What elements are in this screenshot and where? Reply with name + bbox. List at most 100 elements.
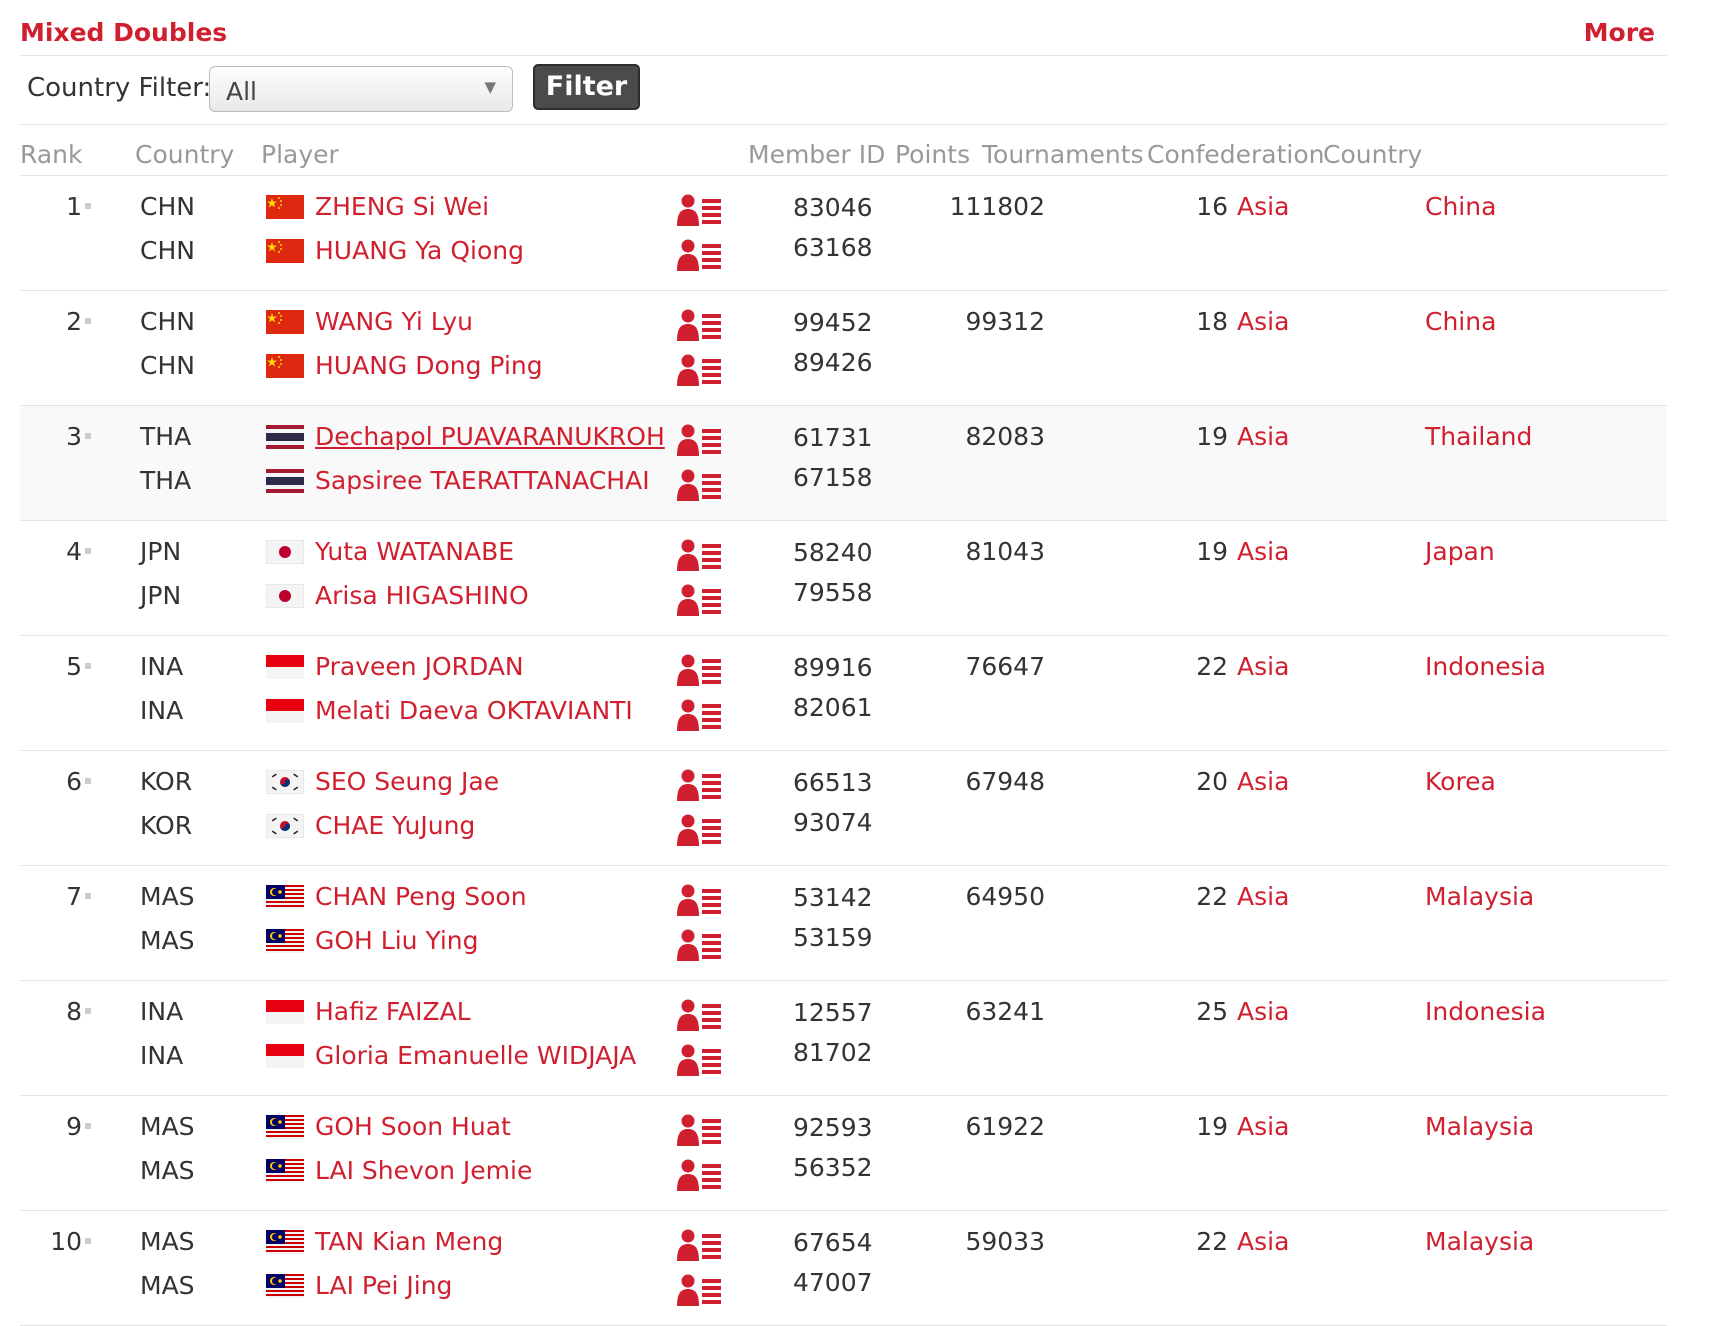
table-row: 10 MAS TAN Kian Meng 67654 MAS LAI Pei Jing 47… bbox=[20, 1211, 1667, 1326]
player-country-code: MAS bbox=[140, 1227, 195, 1256]
confederation-link[interactable]: Asia bbox=[1237, 537, 1289, 566]
player-name-link[interactable]: ZHENG Si Wei bbox=[315, 192, 489, 221]
more-link[interactable]: More bbox=[1584, 18, 1655, 47]
member-id: 89916 bbox=[793, 653, 873, 682]
country-link[interactable]: Malaysia bbox=[1425, 1227, 1534, 1256]
country-link[interactable]: Indonesia bbox=[1425, 997, 1546, 1026]
player-profile-icon[interactable] bbox=[677, 308, 727, 342]
player-country-code: MAS bbox=[140, 1156, 195, 1185]
player-profile-icon[interactable] bbox=[677, 193, 727, 227]
confederation-link[interactable]: Asia bbox=[1237, 1112, 1289, 1141]
player-profile-icon[interactable] bbox=[677, 538, 727, 572]
player-name-link[interactable]: TAN Kian Meng bbox=[315, 1227, 503, 1256]
player-name-link[interactable]: GOH Soon Huat bbox=[315, 1112, 511, 1141]
player-name-link[interactable]: Hafiz FAIZAL bbox=[315, 997, 471, 1026]
player-country-code: INA bbox=[140, 997, 184, 1026]
points-value: 99312 bbox=[965, 307, 1045, 336]
player-name-link[interactable]: Sapsiree TAERATTANACHAI bbox=[315, 466, 650, 495]
filter-button[interactable]: Filter bbox=[533, 64, 640, 110]
country-link[interactable]: Thailand bbox=[1425, 422, 1532, 451]
player-country-code: CHN bbox=[140, 351, 195, 380]
tournaments-value: 25 bbox=[1196, 997, 1228, 1026]
rank-change-icon bbox=[85, 548, 91, 554]
player-name-link[interactable]: GOH Liu Ying bbox=[315, 926, 479, 955]
tournaments-value: 19 bbox=[1196, 422, 1228, 451]
player-profile-icon[interactable] bbox=[677, 768, 727, 802]
player-profile-icon[interactable] bbox=[677, 653, 727, 687]
country-filter-select[interactable]: All ▼ bbox=[209, 66, 513, 112]
player-profile-icon[interactable] bbox=[677, 583, 727, 617]
player-name-link[interactable]: WANG Yi Lyu bbox=[315, 307, 473, 336]
confederation-link[interactable]: Asia bbox=[1237, 422, 1289, 451]
player-country-code: MAS bbox=[140, 1112, 195, 1141]
player-country-code: JPN bbox=[140, 581, 182, 610]
player-profile-icon[interactable] bbox=[677, 883, 727, 917]
player-country-code: KOR bbox=[140, 767, 193, 796]
player-country-code: KOR bbox=[140, 811, 193, 840]
malaysia-flag bbox=[266, 1115, 304, 1139]
tournaments-value: 16 bbox=[1196, 192, 1228, 221]
player-country-code: MAS bbox=[140, 882, 195, 911]
country-filter-value: All bbox=[226, 77, 257, 106]
player-column-header: Player bbox=[261, 140, 339, 169]
confederation-link[interactable]: Asia bbox=[1237, 192, 1289, 221]
confederation-link[interactable]: Asia bbox=[1237, 307, 1289, 336]
player-profile-icon[interactable] bbox=[677, 1158, 727, 1192]
confederation-link[interactable]: Asia bbox=[1237, 652, 1289, 681]
player-profile-icon[interactable] bbox=[677, 1113, 727, 1147]
player-name-link[interactable]: Gloria Emanuelle WIDJAJA bbox=[315, 1041, 636, 1070]
player-profile-icon[interactable] bbox=[677, 1043, 727, 1077]
table-row: 2 CHN WANG Yi Lyu 99452 CHN HUANG Dong Ping 89… bbox=[20, 291, 1667, 406]
member-id: 12557 bbox=[793, 998, 873, 1027]
member-id: 61731 bbox=[793, 423, 873, 452]
table-row: 8 INA Hafiz FAIZAL 12557 INA Gloria Emanuelle… bbox=[20, 981, 1667, 1096]
points-value: 81043 bbox=[965, 537, 1045, 566]
rank-change-icon bbox=[85, 433, 91, 439]
table-row: 6 KOR SEO Seung Jae 66513 KOR CHAE YuJung 9307… bbox=[20, 751, 1667, 866]
player-name-link[interactable]: Yuta WATANABE bbox=[315, 537, 514, 566]
country-link[interactable]: Indonesia bbox=[1425, 652, 1546, 681]
rankings-widget: Mixed Doubles More Country Filter: All ▼… bbox=[20, 0, 1667, 1326]
player-country-code: INA bbox=[140, 1041, 184, 1070]
player-name-link[interactable]: SEO Seung Jae bbox=[315, 767, 499, 796]
player-name-link[interactable]: HUANG Ya Qiong bbox=[315, 236, 524, 265]
member-id: 58240 bbox=[793, 538, 873, 567]
player-profile-icon[interactable] bbox=[677, 698, 727, 732]
thailand-flag bbox=[266, 469, 304, 493]
country-link[interactable]: Malaysia bbox=[1425, 882, 1534, 911]
player-profile-icon[interactable] bbox=[677, 998, 727, 1032]
player-profile-icon[interactable] bbox=[677, 468, 727, 502]
member-id: 53159 bbox=[793, 923, 873, 952]
player-profile-icon[interactable] bbox=[677, 1228, 727, 1262]
player-profile-icon[interactable] bbox=[677, 423, 727, 457]
member-id: 79558 bbox=[793, 578, 873, 607]
player-name-link[interactable]: HUANG Dong Ping bbox=[315, 351, 543, 380]
country-link[interactable]: China bbox=[1425, 307, 1496, 336]
country-link[interactable]: Japan bbox=[1425, 537, 1495, 566]
player-name-link[interactable]: Praveen JORDAN bbox=[315, 652, 524, 681]
player-profile-icon[interactable] bbox=[677, 813, 727, 847]
confederation-link[interactable]: Asia bbox=[1237, 882, 1289, 911]
player-profile-icon[interactable] bbox=[677, 353, 727, 387]
country-filter-label: Country Filter: bbox=[27, 73, 212, 103]
player-name-link[interactable]: Dechapol PUAVARANUKROH bbox=[315, 422, 665, 451]
player-profile-icon[interactable] bbox=[677, 238, 727, 272]
player-profile-icon[interactable] bbox=[677, 928, 727, 962]
table-header: Rank Country Player Member ID Points Tou… bbox=[20, 125, 1667, 176]
player-name-link[interactable]: Arisa HIGASHINO bbox=[315, 581, 529, 610]
confederation-link[interactable]: Asia bbox=[1237, 1227, 1289, 1256]
rank-change-icon bbox=[85, 663, 91, 669]
country-link[interactable]: China bbox=[1425, 192, 1496, 221]
player-name-link[interactable]: Melati Daeva OKTAVIANTI bbox=[315, 696, 633, 725]
player-name-link[interactable]: LAI Shevon Jemie bbox=[315, 1156, 532, 1185]
country-link[interactable]: Korea bbox=[1425, 767, 1496, 796]
rankings-table-body: 1 CHN ZHENG Si Wei 83046 CHN HUANG Ya Qiong 63… bbox=[20, 176, 1667, 1326]
confederation-link[interactable]: Asia bbox=[1237, 997, 1289, 1026]
player-name-link[interactable]: LAI Pei Jing bbox=[315, 1271, 452, 1300]
table-row: 5 INA Praveen JORDAN 89916 INA Melati Daeva O… bbox=[20, 636, 1667, 751]
confederation-link[interactable]: Asia bbox=[1237, 767, 1289, 796]
player-name-link[interactable]: CHAE YuJung bbox=[315, 811, 475, 840]
country-link[interactable]: Malaysia bbox=[1425, 1112, 1534, 1141]
player-name-link[interactable]: CHAN Peng Soon bbox=[315, 882, 527, 911]
japan-flag bbox=[266, 540, 304, 564]
